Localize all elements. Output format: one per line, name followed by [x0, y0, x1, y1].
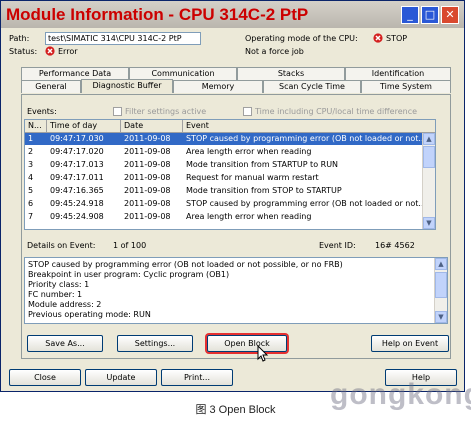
cell-time: 09:47:16.365 [50, 186, 104, 195]
tab-identification[interactable]: Identification [345, 67, 451, 80]
status-value: Error [58, 47, 78, 56]
details-scroll-down-icon[interactable]: ▼ [435, 311, 447, 323]
tab-general[interactable]: General [21, 80, 81, 93]
cell-date: 2011-09-08 [124, 186, 171, 195]
column-header-event[interactable]: Event [183, 120, 435, 132]
details-line: Breakpoint in user program: Cyclic progr… [28, 270, 230, 279]
events-scrollbar[interactable]: ▲ ▼ [422, 133, 435, 229]
window-title: Module Information - CPU 314C-2 PtP [6, 5, 309, 24]
table-row[interactable]: 6 09:45:24.918 2011-09-08 STOP caused by pr… [25, 198, 435, 210]
filter-settings-label: Filter settings active [125, 107, 207, 116]
details-line: FC number: 1 [28, 290, 83, 299]
event-id-label: Event ID: [319, 241, 356, 250]
cell-date: 2011-09-08 [124, 134, 171, 143]
details-scroll-thumb[interactable] [435, 272, 447, 298]
table-row[interactable]: 1 09:47:17.030 2011-09-08 STOP caused by pr… [25, 133, 435, 145]
save-as-button[interactable]: Save As... [27, 335, 103, 352]
table-row[interactable]: 3 09:47:17.013 2011-09-08 Mode transition f… [25, 159, 435, 171]
figure-caption: 图 3 Open Block [195, 404, 276, 416]
stop-icon [373, 33, 383, 45]
event-details-text[interactable]: STOP caused by programming error (OB not… [24, 257, 448, 324]
cell-date: 2011-09-08 [124, 212, 171, 221]
settings-button[interactable]: Settings... [117, 335, 193, 352]
help-on-event-button[interactable]: Help on Event [371, 335, 449, 352]
operating-mode-value: STOP [386, 34, 408, 43]
path-field: test\SIMATIC 314\CPU 314C-2 PtP [45, 32, 201, 45]
maximize-button[interactable]: □ [421, 6, 439, 24]
cell-time: 09:47:17.020 [50, 147, 104, 156]
filter-settings-checkbox[interactable] [113, 107, 122, 116]
status-label: Status: [9, 47, 38, 56]
column-header-time[interactable]: Time of day [47, 120, 121, 132]
events-table-header: N... Time of day Date Event [25, 120, 435, 133]
cell-event: Mode transition from STOP to STARTUP [186, 186, 342, 195]
details-scroll-up-icon[interactable]: ▲ [435, 258, 447, 270]
details-line: Module address: 2 [28, 300, 102, 309]
cell-date: 2011-09-08 [124, 147, 171, 156]
force-job-text: Not a force job [245, 47, 304, 56]
cell-time: 09:47:17.030 [50, 134, 104, 143]
cell-date: 2011-09-08 [124, 199, 171, 208]
column-header-number[interactable]: N... [25, 120, 47, 132]
cell-time: 09:45:24.908 [50, 212, 104, 221]
table-row[interactable]: 4 09:47:17.011 2011-09-08 Request for manua… [25, 172, 435, 184]
details-line: STOP caused by programming error (OB not… [28, 260, 343, 269]
tab-time-system[interactable]: Time System [361, 80, 451, 93]
table-row[interactable]: 7 09:45:24.908 2011-09-08 Area length error… [25, 211, 435, 223]
tab-stacks[interactable]: Stacks [237, 67, 345, 80]
open-block-button[interactable]: Open Block [207, 335, 287, 352]
cell-time: 09:47:17.013 [50, 160, 104, 169]
error-icon [45, 46, 55, 58]
close-button[interactable]: Close [9, 369, 81, 386]
cell-date: 2011-09-08 [124, 173, 171, 182]
table-row[interactable]: 5 09:47:16.365 2011-09-08 Mode transition f… [25, 185, 435, 197]
time-difference-checkbox[interactable] [243, 107, 252, 116]
module-information-window: Module Information - CPU 314C-2 PtP _ □ … [0, 0, 465, 392]
details-scrollbar[interactable]: ▲ ▼ [434, 258, 447, 323]
cell-event: Mode transition from STARTUP to RUN [186, 160, 339, 169]
cell-time: 09:45:24.918 [50, 199, 104, 208]
minimize-button[interactable]: _ [401, 6, 419, 24]
table-row[interactable]: 2 09:47:17.020 2011-09-08 Area length error… [25, 146, 435, 158]
cell-date: 2011-09-08 [124, 160, 171, 169]
title-bar[interactable]: Module Information - CPU 314C-2 PtP _ □ … [1, 1, 464, 28]
details-label: Details on Event: [27, 241, 96, 250]
print-button[interactable]: Print... [161, 369, 233, 386]
details-count: 1 of 100 [113, 241, 147, 250]
cell-event: STOP caused by programming error (OB not… [186, 134, 424, 143]
time-difference-label: Time including CPU/local time difference [255, 107, 418, 116]
events-table[interactable]: N... Time of day Date Event 1 09:47:17.03… [24, 119, 436, 230]
scroll-thumb[interactable] [423, 146, 435, 168]
details-line: Priority class: 1 [28, 280, 90, 289]
cell-event: Request for manual warm restart [186, 173, 319, 182]
cell-time: 09:47:17.011 [50, 173, 104, 182]
event-id-value: 16# 4562 [375, 241, 415, 250]
operating-mode-label: Operating mode of the CPU: [245, 34, 358, 43]
tab-scan-cycle-time[interactable]: Scan Cycle Time [263, 80, 361, 93]
cell-event: Area length error when reading [186, 147, 312, 156]
close-window-button[interactable]: ✕ [441, 6, 459, 24]
cell-event: Area length error when reading [186, 212, 312, 221]
events-label: Events: [27, 107, 57, 116]
details-line: Previous operating mode: RUN [28, 310, 151, 319]
update-button[interactable]: Update [85, 369, 157, 386]
tab-diagnostic-buffer[interactable]: Diagnostic Buffer [81, 79, 173, 93]
path-label: Path: [9, 34, 30, 43]
scroll-down-arrow-icon[interactable]: ▼ [423, 217, 435, 229]
scroll-up-arrow-icon[interactable]: ▲ [423, 133, 435, 145]
tab-memory[interactable]: Memory [173, 80, 263, 93]
cell-event: STOP caused by programming error (OB not… [186, 199, 424, 208]
column-header-date[interactable]: Date [121, 120, 183, 132]
